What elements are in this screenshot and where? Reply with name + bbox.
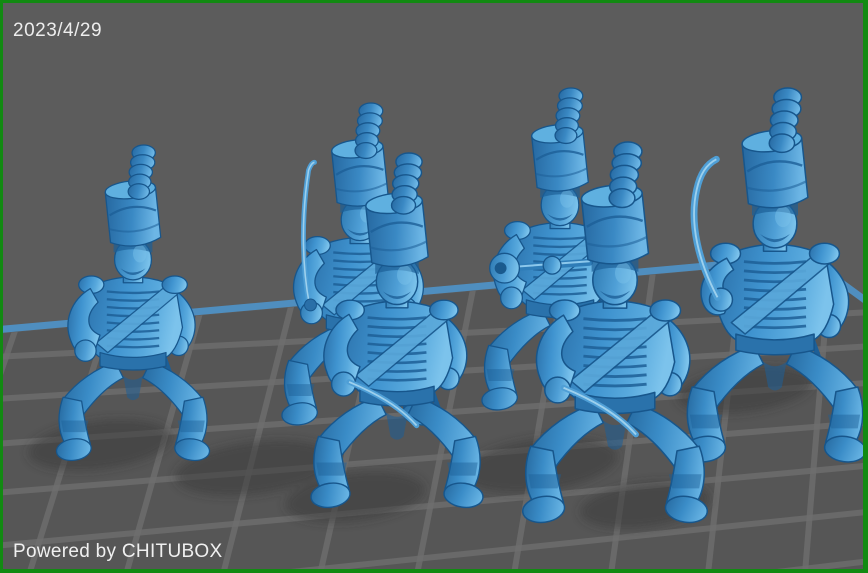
chitubox-watermark: Powered by CHITUBOX — [13, 541, 223, 562]
date-label: 2023/4/29 — [13, 20, 103, 41]
build-plate-scene — [3, 87, 863, 569]
3d-viewport[interactable]: 2023/4/29 Powered by CHITUBOX — [0, 0, 868, 573]
